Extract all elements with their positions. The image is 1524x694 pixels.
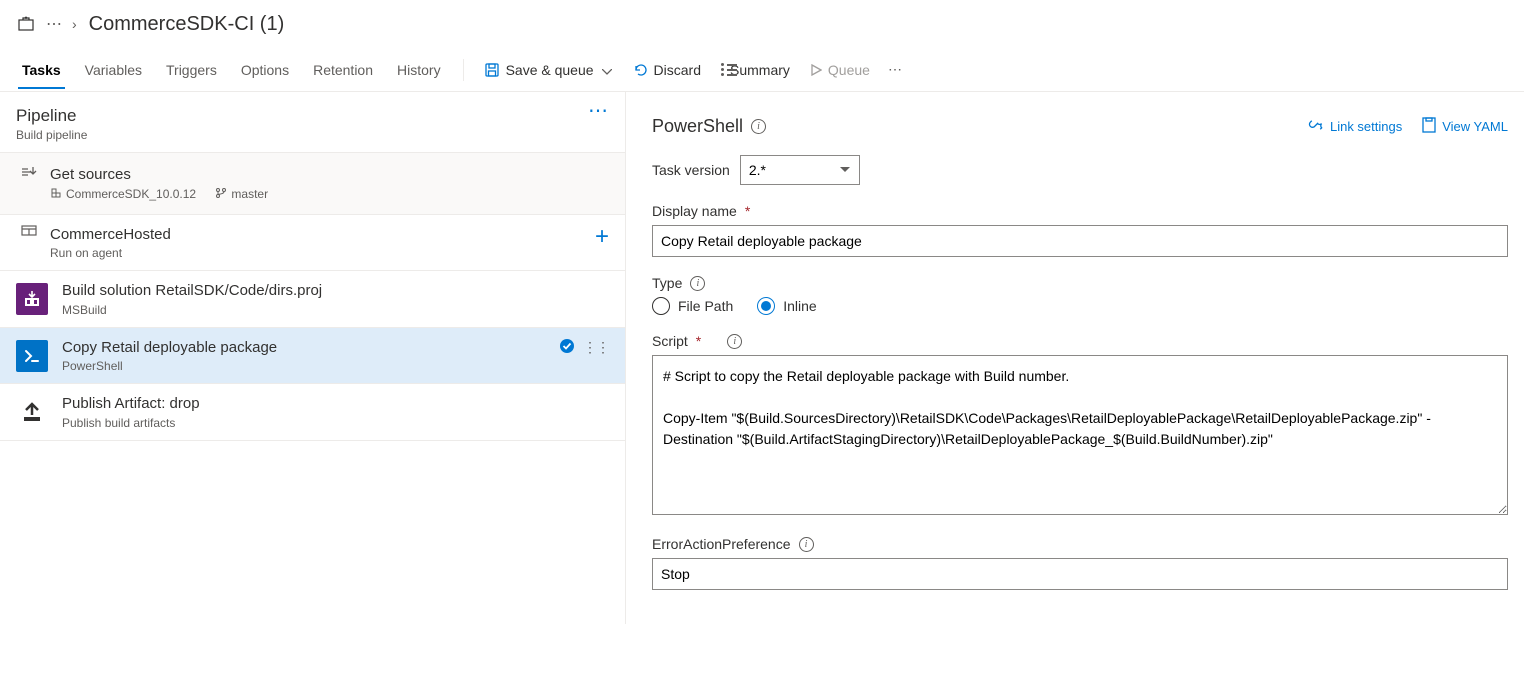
link-settings-button[interactable]: Link settings <box>1308 117 1402 136</box>
radio-label: Inline <box>783 298 816 314</box>
radio-file-path[interactable]: File Path <box>652 297 733 315</box>
script-label: Script <box>652 333 688 349</box>
tab-triggers[interactable]: Triggers <box>154 52 229 88</box>
display-name-input[interactable] <box>652 225 1508 257</box>
agent-icon <box>16 225 42 239</box>
tab-variables[interactable]: Variables <box>73 52 154 88</box>
radio-label: File Path <box>678 298 733 314</box>
play-icon <box>810 64 822 76</box>
task-list-panel: Pipeline Build pipeline ⋯ Get sources Co… <box>0 92 626 624</box>
divider <box>463 59 464 81</box>
summary-button[interactable]: Summary <box>711 56 800 84</box>
repo-icon <box>50 187 62 202</box>
tab-tasks[interactable]: Tasks <box>10 52 73 88</box>
tab-options[interactable]: Options <box>229 52 301 88</box>
queue-label: Queue <box>828 62 870 78</box>
job-sub: Run on agent <box>50 246 595 260</box>
save-queue-button[interactable]: Save & queue <box>474 56 622 84</box>
link-icon <box>1308 118 1324 135</box>
undo-icon <box>632 62 648 78</box>
get-sources-title: Get sources <box>50 165 609 185</box>
info-icon[interactable]: i <box>799 537 814 552</box>
error-pref-label: ErrorActionPreference <box>652 536 791 552</box>
task-sub: MSBuild <box>62 303 609 317</box>
error-pref-input[interactable] <box>652 558 1508 590</box>
get-sources-row[interactable]: Get sources CommerceSDK_10.0.12 master <box>0 152 625 214</box>
drag-handle-icon[interactable]: ⋮⋮ <box>583 339 609 356</box>
save-icon <box>484 62 500 78</box>
pipeline-subtitle: Build pipeline <box>16 128 87 142</box>
task-name: Copy Retail deployable package <box>62 338 559 358</box>
task-row-build[interactable]: Build solution RetailSDK/Code/dirs.proj … <box>0 270 625 327</box>
type-label: Type <box>652 275 682 291</box>
tab-history[interactable]: History <box>385 52 453 88</box>
toolbar-more-icon[interactable]: ⋯ <box>880 55 910 84</box>
task-name: Publish Artifact: drop <box>62 394 609 414</box>
required-marker: * <box>696 333 701 349</box>
tab-retention[interactable]: Retention <box>301 52 385 88</box>
display-name-label: Display name <box>652 203 737 219</box>
project-icon <box>16 14 36 34</box>
powershell-icon <box>16 340 48 372</box>
discard-button[interactable]: Discard <box>622 56 711 84</box>
view-yaml-label: View YAML <box>1442 119 1508 134</box>
task-detail-panel: PowerShell i Link settings View YAML Tas… <box>626 92 1524 624</box>
pipeline-more-icon[interactable]: ⋯ <box>588 106 609 116</box>
agent-job-row[interactable]: CommerceHosted Run on agent + <box>0 214 625 271</box>
radio-control <box>757 297 775 315</box>
branch-name: master <box>231 187 268 201</box>
publish-icon <box>16 396 48 428</box>
summary-label: Summary <box>730 62 790 78</box>
task-name: Build solution RetailSDK/Code/dirs.proj <box>62 281 609 301</box>
script-input[interactable] <box>652 355 1508 515</box>
task-sub: Publish build artifacts <box>62 416 609 430</box>
repo-name: CommerceSDK_10.0.12 <box>66 187 196 201</box>
view-yaml-button[interactable]: View YAML <box>1422 117 1508 136</box>
chevron-down-icon <box>602 62 612 78</box>
task-sub: PowerShell <box>62 359 559 373</box>
queue-button[interactable]: Queue <box>800 56 880 84</box>
pipeline-title: Pipeline <box>16 106 87 126</box>
info-icon[interactable]: i <box>751 119 766 134</box>
pipeline-header[interactable]: Pipeline Build pipeline ⋯ <box>0 92 625 152</box>
panel-title: PowerShell <box>652 116 743 137</box>
breadcrumb: ⋯ › CommerceSDK-CI (1) <box>0 0 1524 48</box>
link-settings-label: Link settings <box>1330 119 1402 134</box>
required-marker: * <box>745 203 750 219</box>
msbuild-icon <box>16 283 48 315</box>
check-icon <box>559 338 575 357</box>
tab-bar: Tasks Variables Triggers Options Retenti… <box>0 48 1524 92</box>
info-icon[interactable]: i <box>727 334 742 349</box>
breadcrumb-more-icon[interactable]: ⋯ <box>46 14 62 34</box>
sources-icon <box>16 165 42 179</box>
task-row-copy[interactable]: Copy Retail deployable package PowerShel… <box>0 327 625 384</box>
discard-label: Discard <box>654 62 701 78</box>
breadcrumb-chevron-icon: › <box>72 16 77 32</box>
info-icon[interactable]: i <box>690 276 705 291</box>
task-row-publish[interactable]: Publish Artifact: drop Publish build art… <box>0 383 625 441</box>
list-icon <box>721 63 724 76</box>
branch-chip: master <box>215 187 268 202</box>
branch-icon <box>215 187 227 202</box>
task-version-select[interactable]: 2.* <box>740 155 860 185</box>
yaml-icon <box>1422 117 1436 136</box>
radio-control <box>652 297 670 315</box>
job-name: CommerceHosted <box>50 225 595 245</box>
page-title: CommerceSDK-CI (1) <box>89 13 285 36</box>
task-version-label: Task version <box>652 162 730 178</box>
repo-chip: CommerceSDK_10.0.12 <box>50 187 196 202</box>
radio-inline[interactable]: Inline <box>757 297 816 315</box>
add-task-button[interactable]: + <box>595 225 609 249</box>
save-queue-label: Save & queue <box>506 62 594 78</box>
